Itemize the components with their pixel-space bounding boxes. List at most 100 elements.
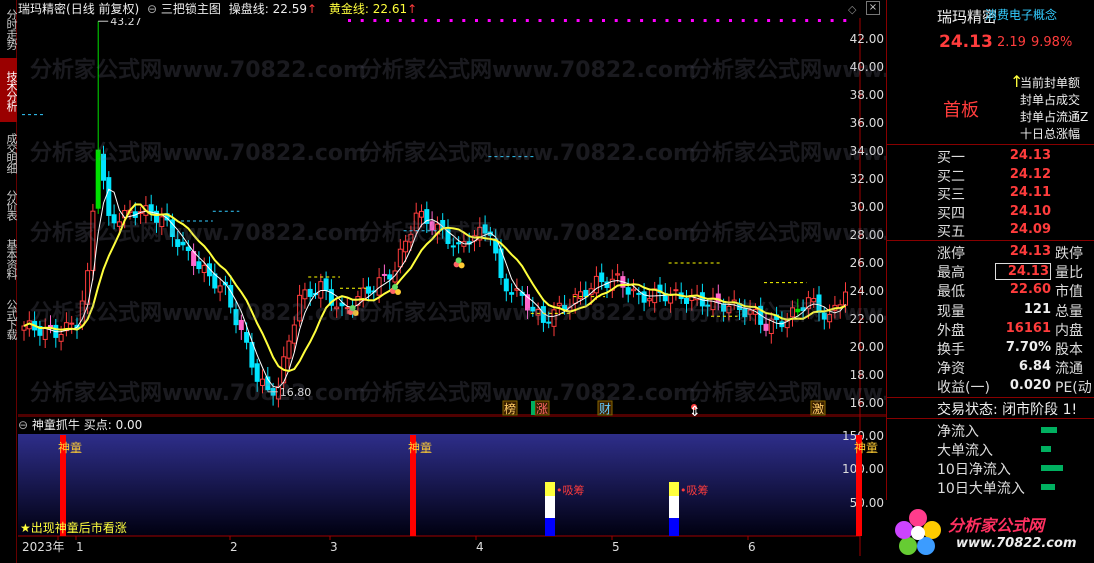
ten-day-gain-label: 十日总涨幅 bbox=[1020, 127, 1081, 141]
10d-net-inflow-label: 10日净流入 bbox=[937, 462, 1011, 478]
diamond-icon[interactable]: ◇ bbox=[848, 3, 856, 16]
chip-bar-blue bbox=[545, 518, 555, 536]
logo-area: 分析家公式网 www.70822.com bbox=[886, 500, 1094, 563]
candle-body bbox=[185, 246, 191, 252]
candle-body bbox=[578, 291, 583, 299]
bid-label: 买二 bbox=[937, 168, 965, 185]
candle-body bbox=[546, 321, 552, 324]
tab-trade-details[interactable]: 成交明细 bbox=[0, 124, 18, 180]
stat-value: 24.13 bbox=[995, 263, 1051, 281]
candle-body bbox=[302, 289, 308, 300]
candle-body bbox=[556, 302, 562, 307]
signal-label: 神童 bbox=[854, 440, 878, 455]
candle-body bbox=[503, 278, 509, 292]
tab-price-table[interactable]: 分价表 bbox=[0, 182, 18, 226]
chart-mode[interactable]: (日线 前复权) bbox=[66, 2, 139, 16]
stat-label: 收益(一) bbox=[937, 380, 990, 397]
candle-body bbox=[631, 288, 636, 292]
top-marker bbox=[779, 19, 783, 22]
high-price-label: 43.27 bbox=[110, 18, 142, 28]
candle-body bbox=[636, 292, 642, 295]
event-tag: 财 bbox=[599, 402, 611, 416]
candle-body bbox=[419, 210, 424, 218]
stat-side-label: 流通 bbox=[1055, 361, 1083, 378]
logo-url[interactable]: www.70822.com bbox=[956, 536, 1077, 551]
indicator-settings-icon[interactable]: ⊖ bbox=[147, 2, 157, 16]
top-marker bbox=[690, 19, 694, 22]
chip-bar-white bbox=[545, 496, 555, 518]
price-tick-label: 32.00 bbox=[850, 172, 884, 186]
candle-body bbox=[344, 307, 350, 310]
event-tag-marker bbox=[531, 401, 535, 415]
sub-settings-icon[interactable]: ⊖ bbox=[18, 418, 28, 432]
chip-bar-blue bbox=[669, 518, 679, 536]
tab-technical-analysis[interactable]: 技术分析 bbox=[0, 58, 18, 122]
line1-up-arrow-icon: ↑ bbox=[306, 2, 318, 16]
main-kline-chart[interactable]: 42.00 40.00 38.00 36.00 34.00 32.00 30.00 28.00… bbox=[18, 18, 886, 416]
stat-label: 最高 bbox=[937, 265, 965, 282]
big-inflow-bar bbox=[1041, 446, 1051, 452]
candle-body bbox=[763, 323, 769, 331]
tab-formula-download[interactable]: 公式下载 bbox=[0, 290, 18, 346]
top-marker bbox=[525, 19, 529, 22]
price-change-pct: 9.98% bbox=[1031, 35, 1073, 50]
signal-dot bbox=[392, 284, 398, 290]
price-tick-label: 18.00 bbox=[850, 368, 884, 382]
seal-vs-turnover-label: 封单占成交 bbox=[1020, 93, 1081, 107]
indicator-name[interactable]: 三把锁主图 bbox=[161, 2, 221, 16]
divider bbox=[887, 418, 1094, 419]
candle-body bbox=[286, 340, 292, 359]
event-tag: 榜 bbox=[504, 401, 516, 416]
tab-fundamentals[interactable]: 基本资料 bbox=[0, 230, 18, 286]
sub-title: 神童抓牛 bbox=[31, 418, 80, 432]
top-marker bbox=[436, 19, 440, 22]
resize-cursor-icon[interactable]: ⇕ bbox=[689, 404, 701, 420]
signal-dot bbox=[349, 305, 356, 311]
seal-amount-label: 当前封单额 bbox=[1020, 76, 1081, 90]
close-icon[interactable]: × bbox=[866, 1, 880, 15]
bid-price: 24.13 bbox=[1009, 148, 1051, 163]
signal-label: 神童 bbox=[408, 440, 432, 455]
quote-panel: 瑞玛精密 消费电子概念 24.13 2.19 9.98% 首板 ↑ 当前封单额 … bbox=[886, 0, 1094, 563]
candle-body bbox=[673, 289, 679, 292]
candle-body bbox=[254, 363, 260, 382]
x-axis-label: 4 bbox=[476, 540, 484, 554]
sub-axis-label: 100.00 bbox=[842, 462, 884, 476]
candle-body bbox=[625, 287, 631, 295]
top-marker bbox=[411, 19, 415, 22]
candle-body bbox=[593, 275, 599, 294]
top-marker bbox=[716, 19, 720, 22]
price-tick-label: 26.00 bbox=[850, 256, 884, 270]
10d-net-inflow-bar bbox=[1041, 465, 1063, 471]
candle-body bbox=[668, 294, 674, 304]
candle-body bbox=[408, 233, 414, 243]
top-marker bbox=[817, 19, 821, 22]
candle-body bbox=[721, 303, 727, 312]
top-marker bbox=[602, 19, 605, 22]
stat-value: 16161 bbox=[1005, 320, 1051, 336]
concept-tag[interactable]: 消费电子概念 bbox=[985, 6, 1057, 23]
candle-body bbox=[827, 314, 833, 323]
x-axis-label: 5 bbox=[612, 540, 620, 554]
signal-dot bbox=[458, 262, 465, 269]
price-tick-label: 28.00 bbox=[850, 228, 884, 242]
x-axis-label: 3 bbox=[330, 540, 338, 554]
candle-body bbox=[535, 309, 541, 316]
stat-value: 121 bbox=[1023, 301, 1051, 317]
tab-intraday[interactable]: 分时走势 bbox=[0, 2, 18, 54]
candle-body bbox=[238, 319, 244, 331]
top-marker bbox=[462, 19, 466, 22]
chip-bar-yellow bbox=[669, 482, 679, 496]
stat-label: 涨停 bbox=[937, 246, 965, 262]
candle-body bbox=[381, 273, 387, 276]
big-inflow-label: 大单流入 bbox=[937, 443, 993, 459]
candle-body bbox=[572, 294, 578, 304]
sub-indicator-chart[interactable]: 150.00100.0050.00神童 神童 神童•吸筹 •吸筹★出现神童后市看涨20… bbox=[18, 416, 886, 556]
candle-body bbox=[42, 327, 48, 340]
logo-title: 分析家公式网 bbox=[948, 516, 1045, 535]
last-price: 24.13 bbox=[939, 32, 993, 52]
price-tick-label: 42.00 bbox=[850, 32, 884, 46]
candle-body bbox=[790, 307, 795, 318]
top-marker bbox=[500, 19, 504, 22]
x-axis-label: 1 bbox=[76, 540, 84, 554]
